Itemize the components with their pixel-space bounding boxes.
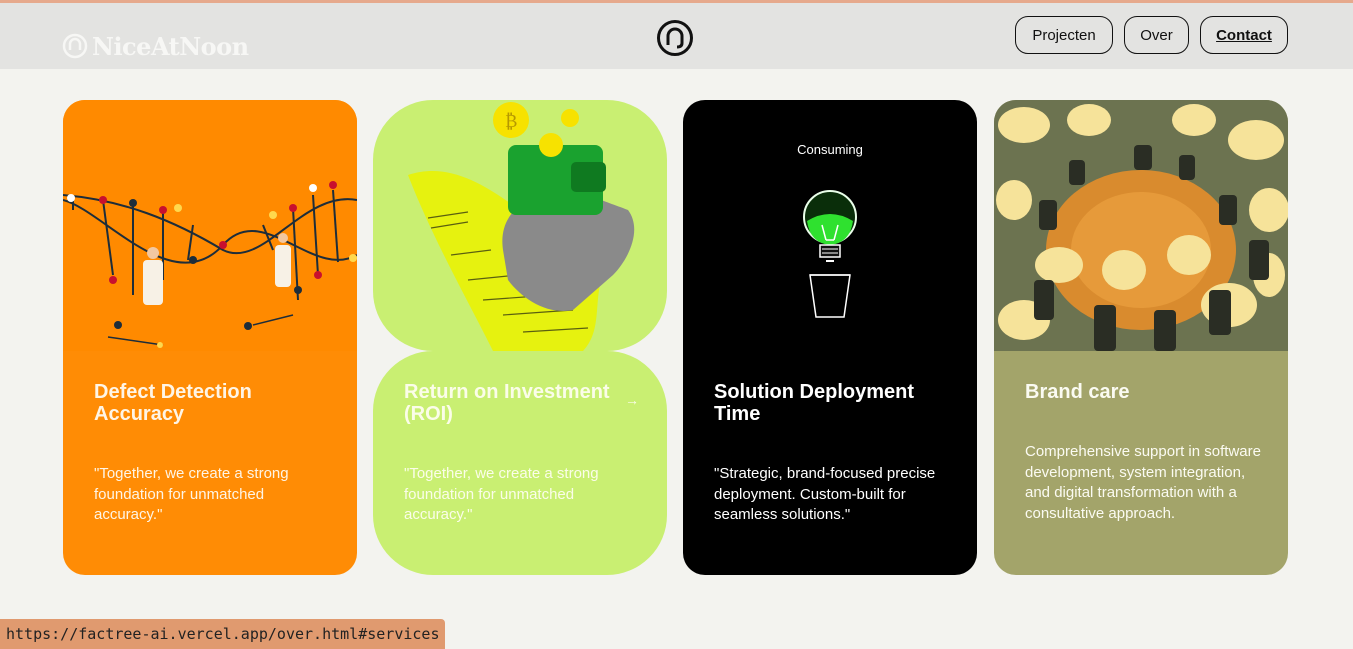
service-card-brand-care[interactable]: Brand care Comprehensive support in soft… (994, 100, 1288, 575)
wallet-hand-illustration: ₿ (408, 102, 635, 351)
card-image-area: ₿ (373, 100, 667, 351)
image-caption: Consuming (797, 142, 863, 157)
card-title: Defect Detection Accuracy (94, 381, 252, 425)
logo-mark-icon (62, 33, 88, 59)
card-description: "Together, we create a strong foundation… (94, 465, 289, 523)
card-title: Return on Investment (ROI) (404, 381, 610, 425)
arrow-right-icon[interactable]: → (625, 392, 639, 408)
service-card-defect-detection[interactable]: Defect Detection Accuracy "Together, we … (63, 100, 357, 575)
card-description: "Strategic, brand-focused precise deploy… (714, 465, 936, 523)
nav-over-button[interactable]: Over (1124, 16, 1189, 54)
nav-contact-button[interactable]: Contact (1200, 16, 1288, 54)
lightbulb-glass-icon (803, 190, 857, 318)
card-title: Brand care (1025, 381, 1130, 403)
card-title: Solution Deployment Time (714, 381, 914, 425)
logo-text: NiceAtNoon (92, 31, 249, 61)
brand-logo[interactable]: NiceAtNoon (62, 31, 249, 61)
main-nav: Projecten Over Contact (1015, 16, 1288, 54)
dna-scientists-illustration (63, 100, 357, 351)
round-table-meeting-illustration (994, 100, 1288, 351)
card-description: Comprehensive support in software develo… (1025, 443, 1261, 522)
service-card-roi[interactable]: ₿ Return on Investment (ROI) → "Together… (373, 100, 667, 575)
svg-text:₿: ₿ (505, 111, 517, 132)
link-preview-status: https://factree-ai.vercel.app/over.html#… (0, 619, 446, 649)
brand-emblem-icon[interactable] (656, 19, 694, 57)
site-header: NiceAtNoon Projecten Over Contact (0, 3, 1353, 69)
card-description: "Together, we create a strong foundation… (404, 465, 599, 523)
nav-projecten-button[interactable]: Projecten (1015, 16, 1113, 54)
service-card-deployment-time[interactable]: Consuming Solution Deployment Time "Stra… (683, 100, 977, 575)
